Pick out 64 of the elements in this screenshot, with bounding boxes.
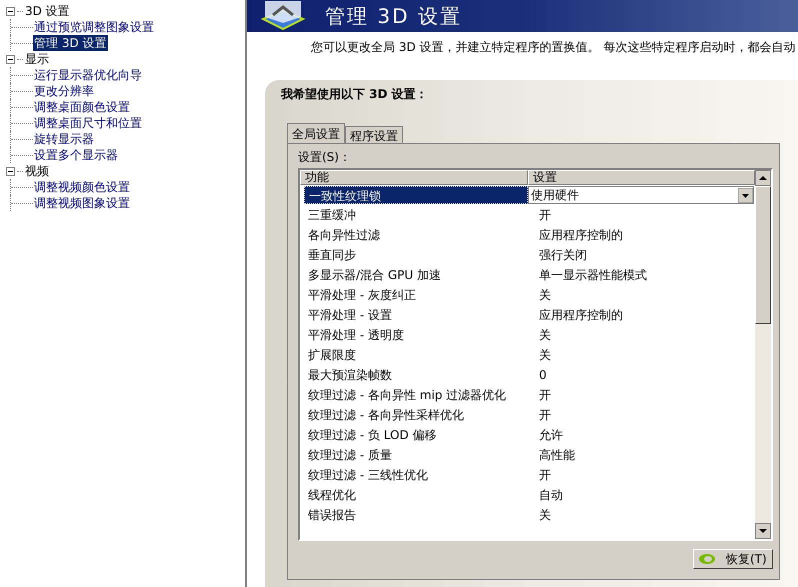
tree-item[interactable]: 旋转显示器 (33, 131, 95, 147)
value-cell-text: 关 (538, 327, 551, 344)
value-cell-text: 单一显示器性能模式 (538, 267, 647, 284)
3d-cube-icon (259, 1, 307, 31)
feature-cell[interactable]: 三重缓冲 (304, 206, 528, 224)
value-cell-text: 关 (538, 287, 551, 304)
vertical-scrollbar[interactable] (755, 170, 771, 539)
page-title: 管理 3D 设置 (325, 4, 462, 28)
feature-cell[interactable]: 纹理过滤 - 负 LOD 偏移 (304, 426, 528, 444)
tree-item[interactable]: 调整桌面颜色设置 (33, 99, 131, 115)
feature-cell[interactable]: 扩展限度 (304, 346, 528, 364)
tree-item[interactable]: 管理 3D 设置 (33, 35, 108, 51)
tree-item[interactable]: 调整视频颜色设置 (33, 179, 131, 195)
column-header[interactable]: 设置 (528, 170, 755, 185)
collapse-icon[interactable] (6, 166, 15, 176)
feature-cell[interactable]: 错误报告 (304, 506, 528, 524)
feature-cell[interactable]: 多显示器/混合 GPU 加速 (304, 266, 528, 284)
value-cell-text: 开 (538, 207, 551, 224)
value-cell-text: 开 (538, 387, 551, 404)
tree-item[interactable]: 通过预览调整图象设置 (33, 19, 155, 35)
feature-cell[interactable]: 垂直同步 (304, 246, 528, 264)
value-cell-text: 开 (538, 467, 551, 484)
tree-item[interactable]: 调整桌面尺寸和位置 (33, 115, 143, 131)
scrollbar-thumb[interactable] (755, 186, 771, 324)
value-cell-text: 应用程序控制的 (538, 227, 623, 244)
value-cell-text: 高性能 (538, 447, 575, 464)
value-dropdown[interactable]: 使用硬件 (528, 186, 754, 204)
value-cell-text: 0 (538, 367, 547, 384)
tree-item[interactable]: 更改分辨率 (33, 83, 95, 99)
value-cell-text: 开 (538, 407, 551, 424)
restore-button[interactable]: 恢复(T) (693, 549, 773, 569)
feature-cell[interactable]: 各向异性过滤 (304, 226, 528, 244)
feature-cell[interactable]: 纹理过滤 - 各向异性 mip 过滤器优化 (304, 386, 528, 404)
tab[interactable]: 全局设置 (287, 123, 345, 143)
collapse-icon[interactable] (6, 54, 15, 64)
column-header[interactable]: 功能 (300, 170, 528, 185)
feature-cell[interactable]: 纹理过滤 - 各向异性采样优化 (304, 406, 528, 424)
feature-cell[interactable]: 最大预渲染帧数 (304, 366, 528, 384)
value-cell-text: 自动 (538, 487, 563, 504)
feature-cell[interactable]: 线程优化 (304, 486, 528, 504)
value-cell-text: 允许 (538, 427, 563, 444)
description-text: 您可以更改全局 3D 设置，并建立特定程序的置换值。 每次这些特定程序启动时，都会自动 (310, 39, 796, 54)
eye-logo-icon (698, 553, 716, 565)
dropdown-arrow-icon[interactable] (738, 188, 753, 202)
feature-cell[interactable]: 纹理过滤 - 三线性优化 (304, 466, 528, 484)
value-cell-text: 应用程序控制的 (538, 307, 623, 324)
tab[interactable]: 程序设置 (345, 126, 403, 143)
feature-cell[interactable]: 平滑处理 - 设置 (304, 306, 528, 324)
tree-item[interactable]: 设置多个显示器 (33, 147, 119, 163)
tree-item[interactable]: 运行显示器优化向导 (33, 67, 143, 83)
tree-category[interactable]: 显示 (25, 51, 49, 67)
tree-category[interactable]: 3D 设置 (25, 3, 70, 19)
value-cell-text: 关 (538, 507, 551, 524)
collapse-icon[interactable] (6, 6, 15, 16)
feature-cell[interactable]: 平滑处理 - 灰度纠正 (304, 286, 528, 304)
tree-category[interactable]: 视频 (25, 163, 49, 179)
feature-cell[interactable]: 平滑处理 - 透明度 (304, 326, 528, 344)
value-cell-text: 强行关闭 (538, 247, 587, 264)
feature-cell[interactable]: 纹理过滤 - 质量 (304, 446, 528, 464)
value-cell-text: 关 (538, 347, 551, 364)
feature-cell[interactable]: 一致性纹理锁 (304, 186, 528, 204)
settings-label: 设置(S)： (298, 150, 352, 164)
tree-item[interactable]: 调整视频图象设置 (33, 195, 131, 211)
panel-heading: 我希望使用以下 3D 设置： (281, 87, 429, 101)
